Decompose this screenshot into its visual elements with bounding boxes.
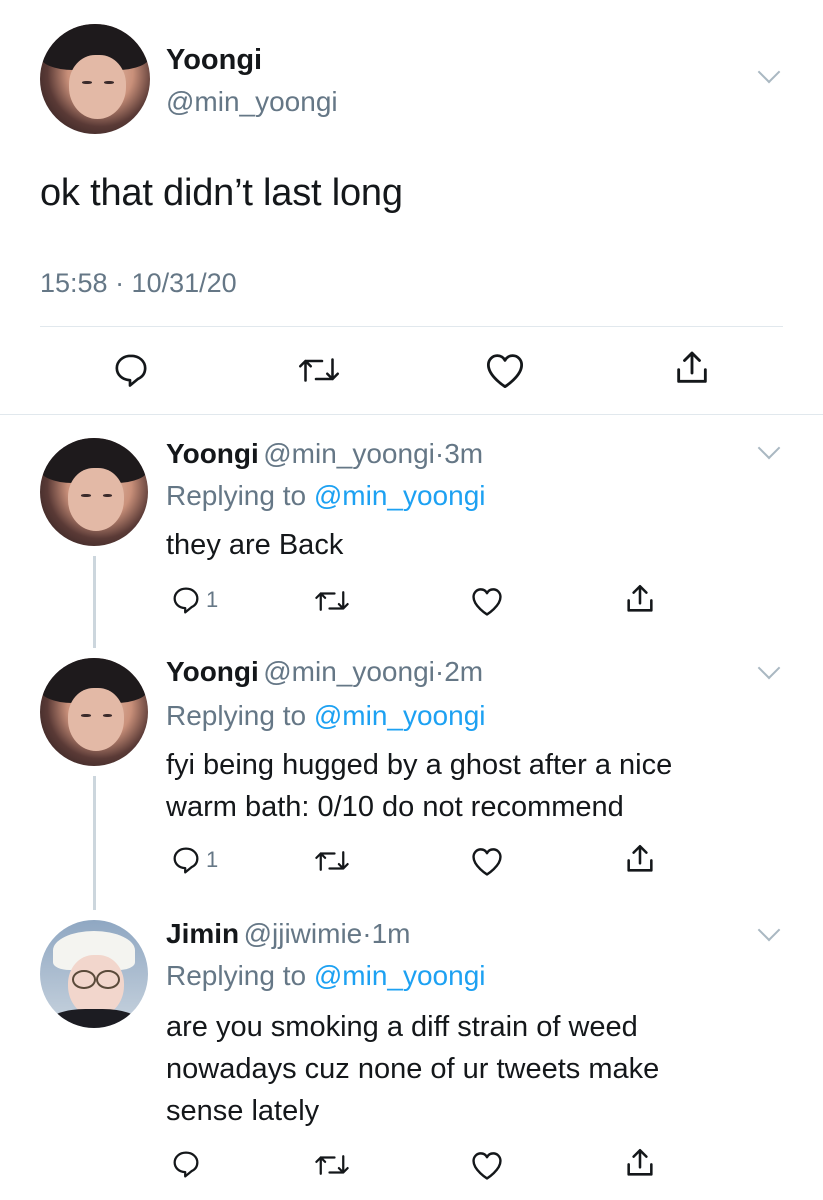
retweet-icon[interactable] xyxy=(314,586,350,616)
author-name[interactable]: Yoongi xyxy=(166,438,259,469)
share-icon[interactable] xyxy=(672,348,712,388)
author-handle[interactable]: @min_yoongi xyxy=(263,438,435,469)
replying-to: Replying to @min_yoongi xyxy=(166,700,486,732)
reply-count: 1 xyxy=(206,587,219,612)
share-icon[interactable] xyxy=(623,1146,657,1180)
text-line: they are Back xyxy=(166,529,344,561)
tweet-age: 2m xyxy=(444,656,484,687)
tweet-timestamp: 15:58 · 10/31/20 xyxy=(40,268,237,298)
avatar[interactable] xyxy=(40,24,150,134)
chevron-down-icon[interactable] xyxy=(757,656,781,680)
reply-header: Yoongi @min_yoongi·2m xyxy=(166,656,483,688)
author-name[interactable]: Yoongi xyxy=(166,44,262,77)
share-icon[interactable] xyxy=(623,842,657,876)
tweet-text: fyi being hugged by a ghost after a nice… xyxy=(166,744,672,828)
share-icon[interactable] xyxy=(623,582,657,616)
like-icon[interactable] xyxy=(470,1149,504,1181)
author-handle[interactable]: @jjiwimie xyxy=(244,918,363,949)
author-handle[interactable]: @min_yoongi xyxy=(263,656,435,687)
avatar[interactable] xyxy=(40,920,148,1028)
replying-to: Replying to @min_yoongi xyxy=(166,960,486,992)
avatar[interactable] xyxy=(40,438,148,546)
text-line: fyi being hugged by a ghost after a nice xyxy=(166,749,673,781)
thread-line xyxy=(93,556,96,648)
text-line: nowadays cuz none of ur tweets make xyxy=(166,1053,660,1085)
reply-icon[interactable]: 1 xyxy=(170,584,218,616)
reply-icon[interactable]: 1 xyxy=(170,844,218,876)
reply-header: Yoongi @min_yoongi·3m xyxy=(166,438,483,470)
tweet-age: 1m xyxy=(371,918,411,949)
tweet-age: 3m xyxy=(444,438,484,469)
retweet-icon[interactable] xyxy=(298,352,340,388)
reply-count: 1 xyxy=(206,847,219,872)
like-icon[interactable] xyxy=(470,845,504,877)
author-name[interactable]: Yoongi xyxy=(166,656,259,687)
text-line: warm bath: 0/10 do not recommend xyxy=(166,791,624,823)
tweet-text: are you smoking a diff strain of weed no… xyxy=(166,1006,659,1132)
thread-line xyxy=(93,776,96,910)
reply-icon[interactable] xyxy=(170,1148,206,1180)
avatar[interactable] xyxy=(40,658,148,766)
replying-prefix: Replying to xyxy=(166,700,314,731)
replying-to: Replying to @min_yoongi xyxy=(166,480,486,512)
separator: · xyxy=(362,918,372,949)
tweet-text: they are Back xyxy=(166,524,343,566)
reply-header: Jimin @jjiwimie·1m xyxy=(166,918,410,950)
separator: · xyxy=(434,656,445,687)
chevron-down-icon[interactable] xyxy=(757,436,781,460)
retweet-icon[interactable] xyxy=(314,1150,350,1180)
separator: · xyxy=(434,438,445,469)
chevron-down-icon[interactable] xyxy=(757,60,781,84)
author-name[interactable]: Jimin xyxy=(166,918,239,949)
mention-link[interactable]: @min_yoongi xyxy=(314,960,486,991)
mention-link[interactable]: @min_yoongi xyxy=(314,700,486,731)
retweet-icon[interactable] xyxy=(314,846,350,876)
like-icon[interactable] xyxy=(484,350,526,390)
text-line: sense lately xyxy=(166,1095,320,1127)
reply-icon[interactable] xyxy=(111,350,151,390)
divider xyxy=(0,414,823,415)
mention-link[interactable]: @min_yoongi xyxy=(314,480,486,511)
replying-prefix: Replying to xyxy=(166,960,314,991)
chevron-down-icon[interactable] xyxy=(757,918,781,942)
tweet-text: ok that didn’t last long xyxy=(40,172,403,214)
replying-prefix: Replying to xyxy=(166,480,314,511)
divider xyxy=(40,326,783,327)
author-handle[interactable]: @min_yoongi xyxy=(166,86,338,118)
text-line: are you smoking a diff strain of weed xyxy=(166,1011,638,1043)
like-icon[interactable] xyxy=(470,585,504,617)
